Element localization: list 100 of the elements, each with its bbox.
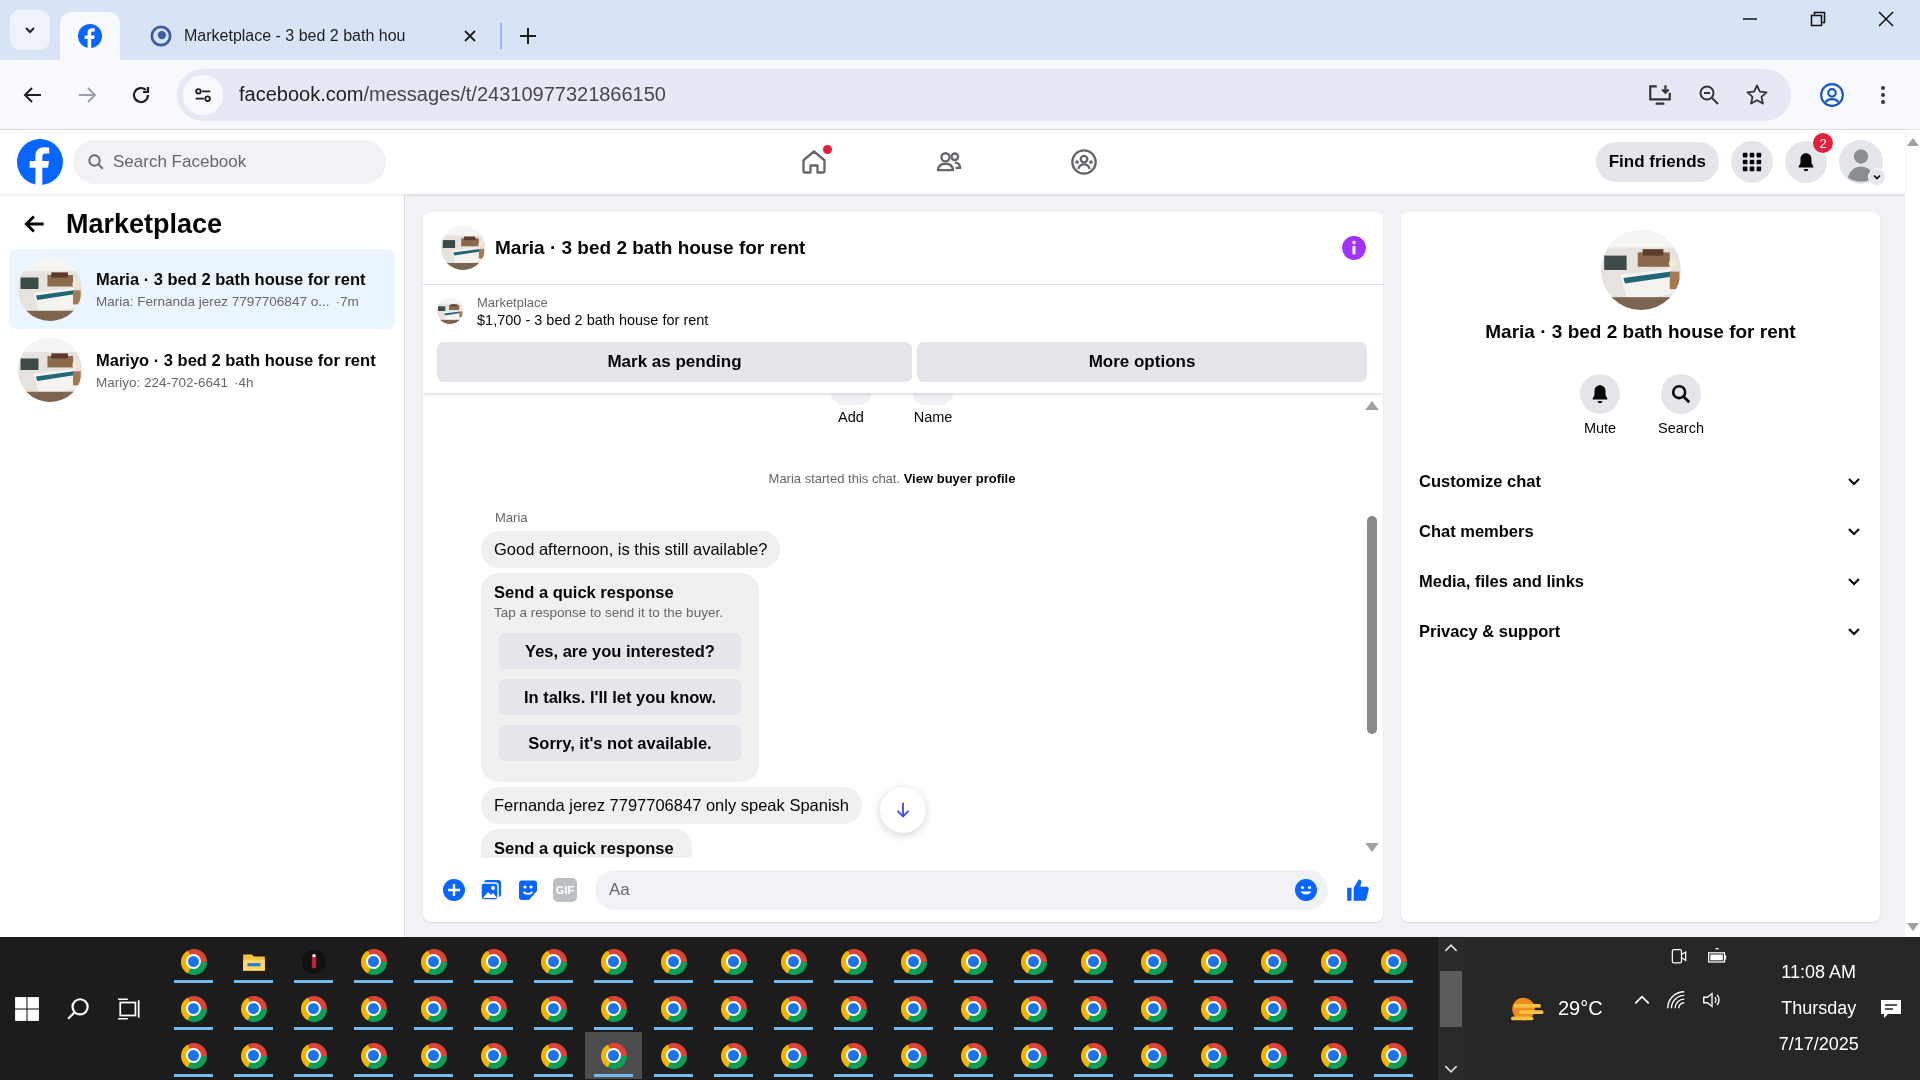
section-header[interactable]: Privacy & support — [1411, 606, 1870, 656]
scroll-up-icon[interactable] — [1444, 943, 1458, 952]
taskbar-app-button[interactable] — [585, 1032, 642, 1079]
browser-icon — [300, 1042, 327, 1069]
browser-tab[interactable] — [60, 12, 120, 60]
close-icon[interactable] — [1878, 11, 1894, 27]
browser-icon — [840, 1042, 867, 1069]
scroll-down-icon[interactable] — [1444, 1065, 1458, 1074]
browser-icon — [780, 948, 807, 975]
wifi-icon[interactable] — [1664, 989, 1687, 1011]
button-label: Add — [838, 409, 864, 425]
mute-button[interactable] — [1580, 374, 1620, 414]
action-label: Search — [1658, 420, 1704, 436]
notifications-button[interactable] — [1785, 141, 1827, 183]
browser-icon — [360, 948, 387, 975]
new-tab-icon[interactable] — [518, 26, 538, 46]
browser-icon — [720, 948, 747, 975]
tab-title: Marketplace - 3 bed 2 bath hou — [184, 27, 407, 45]
message-bubble: Good afternoon, is this still available? — [481, 531, 781, 568]
url-text: facebook.com/messages/t/24310977321866150 — [239, 83, 666, 106]
browser-icon — [1080, 1042, 1107, 1069]
browser-icon — [780, 995, 807, 1022]
button-label: Name — [913, 409, 953, 425]
search-button[interactable] — [1661, 374, 1701, 414]
browser-icon — [480, 995, 507, 1022]
browser-icon — [960, 948, 987, 975]
search-icon[interactable] — [65, 995, 92, 1022]
site-settings-icon[interactable] — [183, 74, 223, 115]
notification-dot — [823, 145, 832, 154]
temperature-text[interactable]: 29°C — [1558, 997, 1603, 1020]
browser-icon — [1380, 995, 1407, 1022]
section-title: Privacy & support — [1419, 621, 1561, 641]
clock-date: 7/17/2025 — [1778, 1034, 1859, 1055]
search-field[interactable]: Search Facebook — [73, 140, 386, 184]
close-icon[interactable] — [462, 28, 478, 44]
profile-icon[interactable] — [1819, 81, 1845, 108]
clock-day: Thursday — [1781, 998, 1857, 1019]
quick-response-title: Send a quick response — [494, 583, 675, 602]
clock[interactable]: 11:08 AM Thursday 7/17/2025 — [1758, 962, 1879, 1055]
search-icon — [1670, 383, 1692, 405]
facebook-logo[interactable] — [17, 139, 63, 185]
sticker-icon[interactable] — [516, 878, 540, 902]
groups-nav-button[interactable] — [1070, 148, 1098, 176]
buyer-profile-link[interactable]: View buyer profile — [903, 471, 1016, 486]
browser-icon — [900, 948, 927, 975]
browser-icon — [540, 995, 567, 1022]
message-field[interactable]: Aa — [595, 870, 1328, 910]
plus-icon[interactable] — [442, 878, 466, 902]
browser-icon — [1380, 948, 1407, 975]
browser-icon — [1140, 1042, 1167, 1069]
browser-icon — [720, 995, 747, 1022]
browser-icon — [840, 948, 867, 975]
sender-name: Maria — [495, 510, 528, 525]
scrollbar-thumb[interactable] — [1440, 970, 1462, 1027]
browser-icon — [1320, 1042, 1347, 1069]
conversation-title: Maria · 3 bed 2 bath house for rent — [96, 269, 366, 289]
conversation-item[interactable]: Maria · 3 bed 2 bath house for rent Maria: Fernanda jerez 7797706847 o... ·7m — [9, 249, 395, 329]
browser-icon — [1260, 1042, 1287, 1069]
browser-icon — [600, 1042, 627, 1069]
speaker-icon[interactable] — [1700, 989, 1723, 1011]
listing-action-button[interactable]: More options — [917, 342, 1367, 382]
info-icon[interactable] — [1341, 235, 1367, 261]
address-bar[interactable]: facebook.com/messages/t/24310977321866150 — [177, 68, 1791, 121]
star-icon[interactable] — [1745, 82, 1769, 107]
browser-icon — [240, 995, 267, 1022]
task-view-icon[interactable] — [117, 995, 143, 1022]
browser-icon — [1140, 948, 1167, 975]
restore-icon[interactable] — [1810, 11, 1826, 27]
section-header[interactable]: Customize chat — [1411, 456, 1870, 506]
conversation-item[interactable]: Mariyo · 3 bed 2 bath house for rent Mariyo: 224-702-6641 ·4h — [9, 330, 395, 410]
browser-icon — [180, 995, 207, 1022]
windows-icon[interactable] — [14, 995, 40, 1022]
action-label: Mute — [1583, 420, 1617, 436]
app-icon — [300, 948, 327, 975]
menu-button[interactable] — [1731, 141, 1773, 183]
section-title: Chat members — [1419, 521, 1534, 541]
listing-action-button[interactable]: Mark as pending — [437, 342, 912, 382]
quick-reply-button[interactable]: Yes, are you interested? — [499, 633, 741, 669]
scrollbar-thumb[interactable] — [1367, 516, 1377, 734]
listing-title: $1,700 - 3 bed 2 bath house for rent — [477, 311, 709, 328]
quick-reply-button[interactable]: Sorry, it's not available. — [499, 725, 741, 761]
quick-response-hint: Tap a response to send it to the buyer. — [494, 605, 724, 620]
quick-reply-button[interactable]: In talks. I'll let you know. — [499, 679, 741, 715]
section-header[interactable]: Media, files and links — [1411, 556, 1870, 606]
browser-icon — [1320, 948, 1347, 975]
find-friends-button[interactable]: Find friends — [1595, 142, 1719, 182]
browser-icon — [900, 995, 927, 1022]
emoji-icon[interactable] — [1294, 878, 1318, 902]
caret-icon[interactable] — [1868, 168, 1886, 186]
scroll-down-button[interactable] — [880, 787, 926, 833]
browser-icon — [660, 1042, 687, 1069]
image-icon[interactable] — [479, 878, 503, 902]
browser-icon — [180, 948, 207, 975]
browser-tab[interactable]: Marketplace - 3 bed 2 bath hou — [130, 12, 490, 60]
conversation-name: Maria · 3 bed 2 bath house for rent — [1485, 320, 1796, 344]
section-title: Customize chat — [1419, 471, 1541, 491]
section-header[interactable]: Chat members — [1411, 506, 1870, 556]
thumbs-up-icon[interactable] — [1345, 877, 1371, 903]
groups-icon — [1070, 148, 1098, 176]
quick-response-title: Send a quick response — [494, 839, 674, 858]
